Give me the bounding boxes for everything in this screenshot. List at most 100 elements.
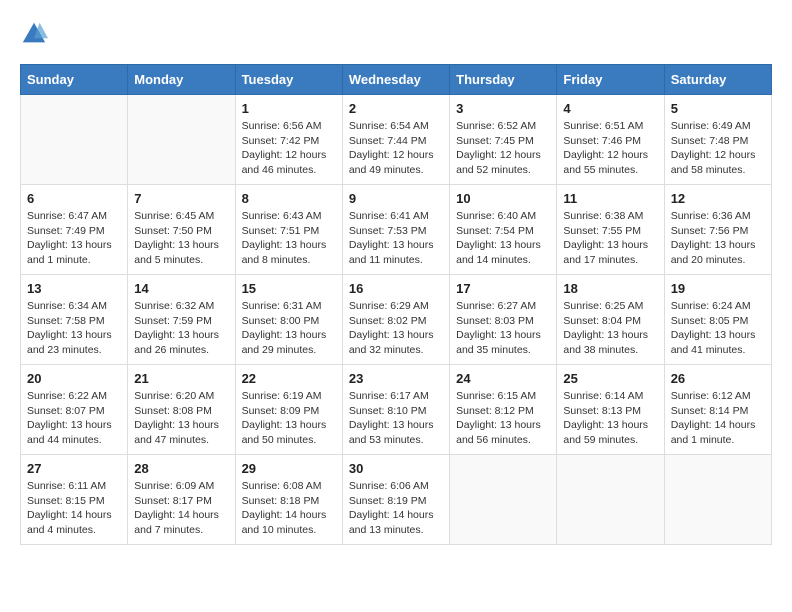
day-info: Sunrise: 6:06 AM Sunset: 8:19 PM Dayligh… — [349, 479, 443, 538]
day-number: 18 — [563, 281, 657, 296]
day-cell: 11 Sunrise: 6:38 AM Sunset: 7:55 PM Dayli… — [557, 185, 664, 275]
day-info: Sunrise: 6:45 AM Sunset: 7:50 PM Dayligh… — [134, 209, 228, 268]
day-number: 26 — [671, 371, 765, 386]
day-info: Sunrise: 6:17 AM Sunset: 8:10 PM Dayligh… — [349, 389, 443, 448]
day-number: 20 — [27, 371, 121, 386]
day-number: 4 — [563, 101, 657, 116]
week-row-4: 20 Sunrise: 6:22 AM Sunset: 8:07 PM Dayli… — [21, 365, 772, 455]
day-header-tuesday: Tuesday — [235, 65, 342, 95]
day-number: 25 — [563, 371, 657, 386]
day-info: Sunrise: 6:52 AM Sunset: 7:45 PM Dayligh… — [456, 119, 550, 178]
week-row-1: 1 Sunrise: 6:56 AM Sunset: 7:42 PM Daylig… — [21, 95, 772, 185]
day-header-friday: Friday — [557, 65, 664, 95]
day-number: 8 — [242, 191, 336, 206]
day-number: 11 — [563, 191, 657, 206]
day-number: 24 — [456, 371, 550, 386]
day-cell: 9 Sunrise: 6:41 AM Sunset: 7:53 PM Daylig… — [342, 185, 449, 275]
day-cell: 20 Sunrise: 6:22 AM Sunset: 8:07 PM Dayli… — [21, 365, 128, 455]
day-number: 30 — [349, 461, 443, 476]
day-info: Sunrise: 6:27 AM Sunset: 8:03 PM Dayligh… — [456, 299, 550, 358]
day-cell: 15 Sunrise: 6:31 AM Sunset: 8:00 PM Dayli… — [235, 275, 342, 365]
day-cell — [21, 95, 128, 185]
day-info: Sunrise: 6:09 AM Sunset: 8:17 PM Dayligh… — [134, 479, 228, 538]
day-number: 1 — [242, 101, 336, 116]
day-info: Sunrise: 6:08 AM Sunset: 8:18 PM Dayligh… — [242, 479, 336, 538]
day-cell: 24 Sunrise: 6:15 AM Sunset: 8:12 PM Dayli… — [450, 365, 557, 455]
day-cell — [128, 95, 235, 185]
day-cell: 25 Sunrise: 6:14 AM Sunset: 8:13 PM Dayli… — [557, 365, 664, 455]
week-row-3: 13 Sunrise: 6:34 AM Sunset: 7:58 PM Dayli… — [21, 275, 772, 365]
day-cell: 4 Sunrise: 6:51 AM Sunset: 7:46 PM Daylig… — [557, 95, 664, 185]
day-number: 5 — [671, 101, 765, 116]
day-cell: 3 Sunrise: 6:52 AM Sunset: 7:45 PM Daylig… — [450, 95, 557, 185]
day-info: Sunrise: 6:25 AM Sunset: 8:04 PM Dayligh… — [563, 299, 657, 358]
day-number: 27 — [27, 461, 121, 476]
day-cell: 21Sunrise: 6:20 AM Sunset: 8:08 PM Dayli… — [128, 365, 235, 455]
day-info: Sunrise: 6:47 AM Sunset: 7:49 PM Dayligh… — [27, 209, 121, 268]
day-cell: 26 Sunrise: 6:12 AM Sunset: 8:14 PM Dayli… — [664, 365, 771, 455]
day-cell: 22Sunrise: 6:19 AM Sunset: 8:09 PM Dayli… — [235, 365, 342, 455]
day-cell — [664, 455, 771, 545]
day-info: Sunrise: 6:43 AM Sunset: 7:51 PM Dayligh… — [242, 209, 336, 268]
week-row-5: 27 Sunrise: 6:11 AM Sunset: 8:15 PM Dayli… — [21, 455, 772, 545]
day-info: Sunrise: 6:54 AM Sunset: 7:44 PM Dayligh… — [349, 119, 443, 178]
day-info: Sunrise: 6:51 AM Sunset: 7:46 PM Dayligh… — [563, 119, 657, 178]
day-info: Sunrise: 6:38 AM Sunset: 7:55 PM Dayligh… — [563, 209, 657, 268]
day-number: 23 — [349, 371, 443, 386]
week-row-2: 6 Sunrise: 6:47 AM Sunset: 7:49 PM Daylig… — [21, 185, 772, 275]
day-info: Sunrise: 6:56 AM Sunset: 7:42 PM Dayligh… — [242, 119, 336, 178]
day-header-wednesday: Wednesday — [342, 65, 449, 95]
day-info: Sunrise: 6:32 AM Sunset: 7:59 PM Dayligh… — [134, 299, 228, 358]
day-number: 9 — [349, 191, 443, 206]
day-number: 6 — [27, 191, 121, 206]
day-header-monday: Monday — [128, 65, 235, 95]
day-number: 12 — [671, 191, 765, 206]
day-info: Sunrise: 6:15 AM Sunset: 8:12 PM Dayligh… — [456, 389, 550, 448]
calendar-table: SundayMondayTuesdayWednesdayThursdayFrid… — [20, 64, 772, 545]
day-cell: 30 Sunrise: 6:06 AM Sunset: 8:19 PM Dayli… — [342, 455, 449, 545]
day-cell: 8 Sunrise: 6:43 AM Sunset: 7:51 PM Daylig… — [235, 185, 342, 275]
day-info: Sunrise: 6:34 AM Sunset: 7:58 PM Dayligh… — [27, 299, 121, 358]
day-cell: 10 Sunrise: 6:40 AM Sunset: 7:54 PM Dayli… — [450, 185, 557, 275]
day-cell: 29 Sunrise: 6:08 AM Sunset: 8:18 PM Dayli… — [235, 455, 342, 545]
day-cell: 13 Sunrise: 6:34 AM Sunset: 7:58 PM Dayli… — [21, 275, 128, 365]
day-info: Sunrise: 6:36 AM Sunset: 7:56 PM Dayligh… — [671, 209, 765, 268]
logo-icon — [20, 20, 48, 48]
day-info: Sunrise: 6:41 AM Sunset: 7:53 PM Dayligh… — [349, 209, 443, 268]
day-number: 14 — [134, 281, 228, 296]
day-cell: 12 Sunrise: 6:36 AM Sunset: 7:56 PM Dayli… — [664, 185, 771, 275]
day-number: 29 — [242, 461, 336, 476]
day-info: Sunrise: 6:14 AM Sunset: 8:13 PM Dayligh… — [563, 389, 657, 448]
day-info: Sunrise: 6:40 AM Sunset: 7:54 PM Dayligh… — [456, 209, 550, 268]
day-info: Sunrise: 6:29 AM Sunset: 8:02 PM Dayligh… — [349, 299, 443, 358]
day-cell: 17 Sunrise: 6:27 AM Sunset: 8:03 PM Dayli… — [450, 275, 557, 365]
day-info: Sunrise: 6:24 AM Sunset: 8:05 PM Dayligh… — [671, 299, 765, 358]
day-number: 28 — [134, 461, 228, 476]
day-number: 7 — [134, 191, 228, 206]
day-header-row: SundayMondayTuesdayWednesdayThursdayFrid… — [21, 65, 772, 95]
day-number: 3 — [456, 101, 550, 116]
day-info: Sunrise: 6:31 AM Sunset: 8:00 PM Dayligh… — [242, 299, 336, 358]
day-number: 15 — [242, 281, 336, 296]
day-info: Sunrise: 6:12 AM Sunset: 8:14 PM Dayligh… — [671, 389, 765, 448]
day-number: 10 — [456, 191, 550, 206]
day-number: 21 — [134, 371, 228, 386]
day-cell: 6 Sunrise: 6:47 AM Sunset: 7:49 PM Daylig… — [21, 185, 128, 275]
day-number: 17 — [456, 281, 550, 296]
day-cell: 27 Sunrise: 6:11 AM Sunset: 8:15 PM Dayli… — [21, 455, 128, 545]
day-cell: 14 Sunrise: 6:32 AM Sunset: 7:59 PM Dayli… — [128, 275, 235, 365]
day-header-sunday: Sunday — [21, 65, 128, 95]
day-info: Sunrise: 6:22 AM Sunset: 8:07 PM Dayligh… — [27, 389, 121, 448]
day-cell: 7 Sunrise: 6:45 AM Sunset: 7:50 PM Daylig… — [128, 185, 235, 275]
day-number: 19 — [671, 281, 765, 296]
day-number: 22 — [242, 371, 336, 386]
day-header-thursday: Thursday — [450, 65, 557, 95]
day-cell: 5 Sunrise: 6:49 AM Sunset: 7:48 PM Daylig… — [664, 95, 771, 185]
day-info: Sunrise: 6:11 AM Sunset: 8:15 PM Dayligh… — [27, 479, 121, 538]
day-number: 13 — [27, 281, 121, 296]
day-info: Sunrise: 6:49 AM Sunset: 7:48 PM Dayligh… — [671, 119, 765, 178]
day-cell: 28 Sunrise: 6:09 AM Sunset: 8:17 PM Dayli… — [128, 455, 235, 545]
page-header — [20, 20, 772, 48]
day-cell — [557, 455, 664, 545]
logo — [20, 20, 52, 48]
